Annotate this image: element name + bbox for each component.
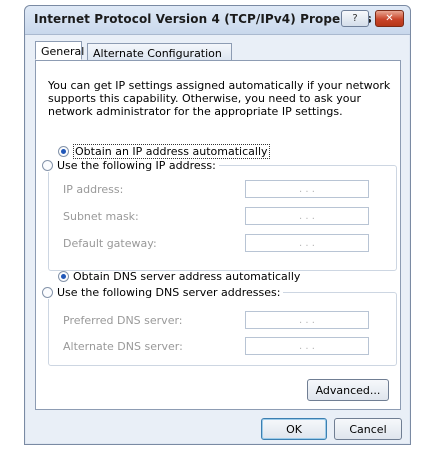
help-button[interactable]: ? — [341, 10, 369, 27]
subnet-mask-label: Subnet mask: — [63, 210, 139, 223]
advanced-button[interactable]: Advanced... — [307, 379, 389, 401]
tcpip-properties-dialog: Internet Protocol Version 4 (TCP/IPv4) P… — [24, 5, 411, 445]
preferred-dns-label: Preferred DNS server: — [63, 314, 183, 327]
dns-manual-radio[interactable] — [42, 287, 53, 298]
ip-manual-label: Use the following IP address: — [57, 159, 216, 172]
ip-auto-option[interactable]: Obtain an IP address automatically — [58, 144, 270, 159]
cancel-button[interactable]: Cancel — [334, 418, 402, 440]
alternate-dns-value: . . . — [299, 340, 315, 352]
dns-auto-option[interactable]: Obtain DNS server address automatically — [58, 270, 300, 283]
ok-button-label: OK — [286, 422, 302, 436]
cancel-button-label: Cancel — [349, 422, 387, 436]
window-title: Internet Protocol Version 4 (TCP/IPv4) P… — [34, 12, 372, 26]
default-gateway-field[interactable]: . . . — [245, 234, 369, 252]
ip-address-value: . . . — [299, 183, 315, 195]
subnet-mask-field[interactable]: . . . — [245, 207, 369, 225]
ok-button[interactable]: OK — [261, 418, 327, 440]
title-bar[interactable]: Internet Protocol Version 4 (TCP/IPv4) P… — [25, 6, 410, 35]
tab-alternate-label: Alternate Configuration — [93, 47, 222, 60]
default-gateway-value: . . . — [299, 237, 315, 249]
tab-alternate-configuration[interactable]: Alternate Configuration — [87, 43, 232, 60]
dns-auto-radio[interactable] — [58, 271, 69, 282]
tab-general[interactable]: General — [35, 41, 85, 60]
intro-text: You can get IP settings assigned automat… — [48, 79, 391, 118]
dns-manual-label: Use the following DNS server addresses: — [57, 286, 281, 299]
preferred-dns-value: . . . — [299, 314, 315, 326]
ip-address-group: Use the following IP address: IP address… — [42, 159, 397, 271]
ip-address-field[interactable]: . . . — [245, 180, 369, 198]
tab-general-label: General — [41, 45, 85, 58]
subnet-mask-value: . . . — [299, 210, 315, 222]
ip-auto-label: Obtain an IP address automatically — [73, 144, 270, 159]
advanced-button-label: Advanced... — [315, 383, 381, 397]
close-icon: ✕ — [385, 13, 394, 24]
help-icon: ? — [352, 13, 358, 24]
preferred-dns-field[interactable]: . . . — [245, 311, 369, 329]
ip-manual-radio[interactable] — [42, 160, 53, 171]
alternate-dns-field[interactable]: . . . — [245, 337, 369, 355]
ip-address-label: IP address: — [63, 183, 124, 196]
dns-manual-option[interactable]: Use the following DNS server addresses: — [42, 286, 284, 299]
alternate-dns-label: Alternate DNS server: — [63, 340, 183, 353]
dns-server-group: Use the following DNS server addresses: … — [42, 286, 397, 366]
close-button[interactable]: ✕ — [375, 10, 404, 27]
general-tab-panel: You can get IP settings assigned automat… — [35, 60, 401, 410]
default-gateway-label: Default gateway: — [63, 237, 157, 250]
ip-manual-option[interactable]: Use the following IP address: — [42, 159, 219, 172]
ip-auto-radio[interactable] — [58, 146, 69, 157]
dns-auto-label: Obtain DNS server address automatically — [73, 270, 301, 283]
